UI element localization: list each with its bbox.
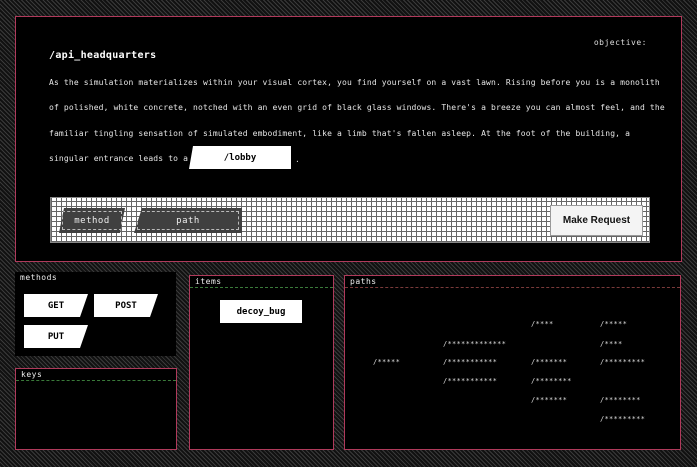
path-node[interactable]: /********* [600,358,645,366]
path-node[interactable]: /******* [531,358,567,366]
items-title: items [195,277,222,286]
methods-panel: methods GET POST PUT [15,272,176,356]
paths-title: paths [350,277,377,286]
lobby-path-chip[interactable]: /lobby [189,146,291,169]
path-node[interactable]: /******* [531,396,567,404]
method-post-chip[interactable]: POST [94,294,158,317]
path-node[interactable]: /*********** [443,358,497,366]
path-node[interactable]: /************* [443,340,506,348]
story-line-2: of polished, white concrete, notched wit… [49,103,665,112]
path-node[interactable]: /******** [531,377,572,385]
make-request-button[interactable]: Make Request [550,205,643,236]
method-drop-slot[interactable]: method [59,208,125,233]
paths-panel: paths /***** /************* /***********… [344,275,681,450]
objective-label: objective: [593,38,647,47]
story-line-4: singular entrance leads to a [49,154,189,163]
story-line-1: As the simulation materializes within yo… [49,78,660,87]
path-node[interactable]: /********* [600,415,645,423]
path-node[interactable]: /**** [531,320,554,328]
keys-divider [16,380,176,381]
path-node[interactable]: /***** [600,320,627,328]
method-put-chip[interactable]: PUT [24,325,88,348]
story-panel: objective: /api_headquarters As the simu… [15,16,682,262]
path-node[interactable]: /**** [600,340,623,348]
method-get-chip[interactable]: GET [24,294,88,317]
story-line-3: familiar tingling sensation of simulated… [49,129,631,138]
path-node[interactable]: /*********** [443,377,497,385]
methods-title: methods [20,273,58,282]
paths-divider [345,287,680,288]
keys-panel: keys [15,368,177,450]
path-node[interactable]: /***** [373,358,400,366]
path-node[interactable]: /******** [600,396,641,404]
items-panel: items decoy_bug [189,275,334,450]
items-divider [190,287,333,288]
keys-title: keys [21,370,43,379]
item-decoy-bug[interactable]: decoy_bug [220,300,302,323]
request-builder: method path Make Request [50,197,650,243]
path-drop-slot[interactable]: path [134,208,242,233]
story-trailing-period: . [295,155,300,164]
page-title: /api_headquarters [49,50,157,61]
